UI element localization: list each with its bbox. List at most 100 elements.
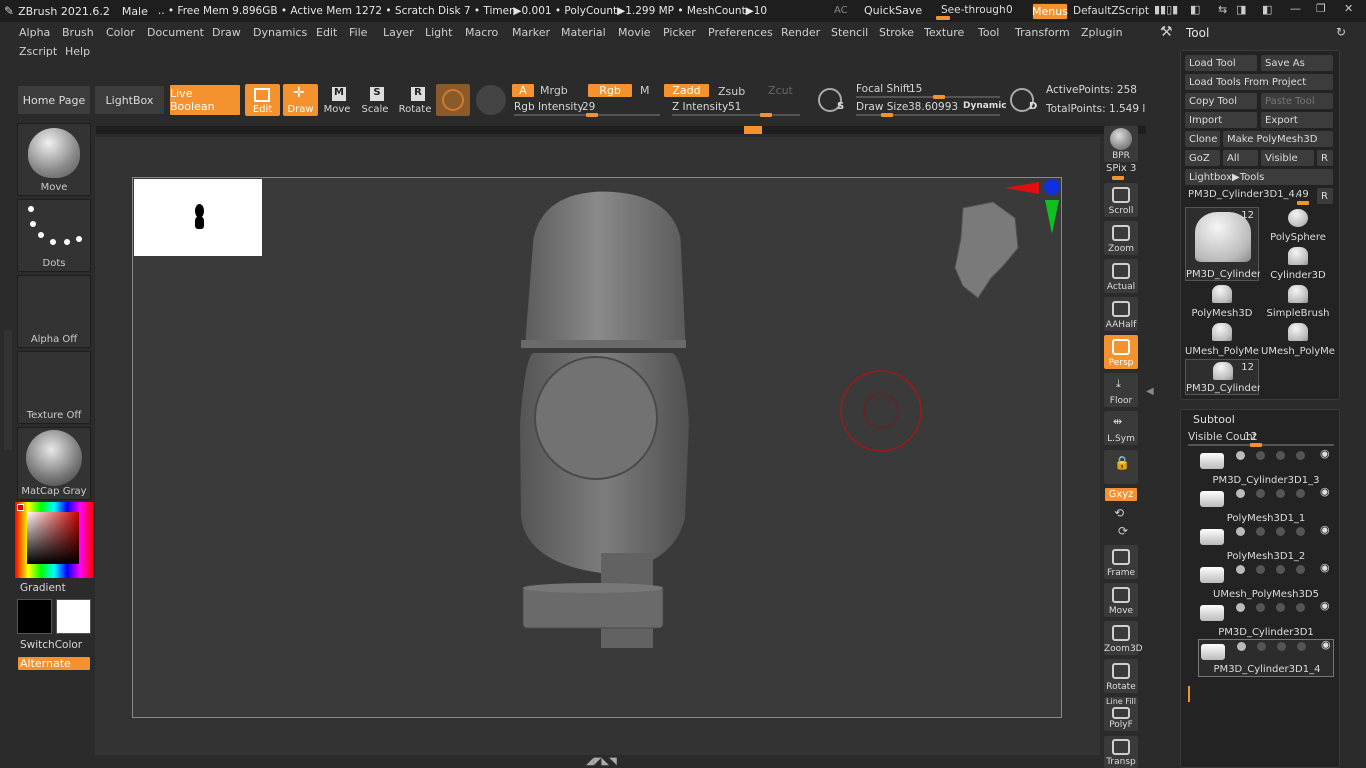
eye-icon[interactable]: ◉ bbox=[1321, 638, 1331, 651]
subtool-toggle-icon[interactable] bbox=[1256, 565, 1265, 574]
menu-macro[interactable]: Macro bbox=[465, 26, 498, 39]
view-toggle-icon[interactable]: ◧ bbox=[1190, 3, 1200, 16]
layout-right-icon[interactable]: ◧ bbox=[1262, 3, 1272, 16]
color-square[interactable] bbox=[27, 512, 79, 564]
subtool-row[interactable]: ◉ PM3D_Cylinder3D1 bbox=[1198, 599, 1334, 639]
subtool-toggle-icon[interactable] bbox=[1296, 527, 1305, 536]
eye-icon[interactable]: ◉ bbox=[1320, 485, 1330, 498]
subtool-toggle-icon[interactable] bbox=[1297, 642, 1306, 651]
subtool-toggle-icon[interactable] bbox=[1277, 642, 1286, 651]
lightbox-button[interactable]: LightBox bbox=[94, 85, 165, 115]
scroll-button[interactable]: Scroll bbox=[1104, 183, 1138, 217]
rotate-button[interactable]: R Rotate bbox=[398, 84, 432, 116]
zoom-button[interactable]: Zoom bbox=[1104, 221, 1138, 255]
ac-label[interactable]: AC bbox=[834, 5, 848, 16]
canvas[interactable] bbox=[132, 177, 1062, 718]
close-icon[interactable]: ✕ bbox=[1344, 2, 1353, 15]
menu-picker[interactable]: Picker bbox=[663, 26, 696, 39]
alpha-slot[interactable]: Alpha Off bbox=[17, 275, 91, 348]
tool-thumb-4[interactable]: SimpleBrush bbox=[1261, 283, 1335, 319]
goz-r-button[interactable]: R bbox=[1317, 150, 1333, 166]
s-size-icon[interactable]: S bbox=[816, 86, 848, 116]
draw-button[interactable]: ✛ Draw bbox=[283, 84, 318, 116]
texture-slot[interactable]: Texture Off bbox=[17, 351, 91, 424]
color-picker[interactable] bbox=[15, 502, 93, 578]
floor-button[interactable]: ⤓ Floor bbox=[1104, 373, 1138, 407]
edit-button[interactable]: Edit bbox=[245, 84, 280, 116]
subtool-toggle-icon[interactable] bbox=[1276, 527, 1285, 536]
menu-edit[interactable]: Edit bbox=[316, 26, 337, 39]
subtool-toggle-icon[interactable] bbox=[1296, 489, 1305, 498]
refresh-icon[interactable]: ↻ bbox=[1336, 25, 1346, 39]
subtool-toggle-icon[interactable] bbox=[1236, 603, 1245, 612]
right-tray-arrow-icon[interactable]: ◀ bbox=[1146, 386, 1154, 397]
focal-shift-slider[interactable]: Focal Shift 15 bbox=[856, 82, 1004, 100]
subtool-row[interactable]: ◉ PM3D_Cylinder3D1_4 bbox=[1198, 638, 1334, 677]
frame-button[interactable]: Frame bbox=[1104, 545, 1138, 579]
subtool-toggle-icon[interactable] bbox=[1236, 489, 1245, 498]
eye-icon[interactable]: ◉ bbox=[1320, 599, 1330, 612]
brush-slot[interactable]: Move bbox=[17, 123, 91, 196]
subtool-toggle-icon[interactable] bbox=[1276, 489, 1285, 498]
tool-thumb-1[interactable]: PolySphere bbox=[1261, 207, 1335, 243]
rgb-intensity-slider[interactable]: Rgb Intensity 29 bbox=[514, 100, 664, 118]
layout-icon[interactable]: ▮▮▯▮ bbox=[1154, 3, 1178, 16]
load-tools-from-project-button[interactable]: Load Tools From Project bbox=[1185, 74, 1333, 90]
menu-preferences[interactable]: Preferences bbox=[708, 26, 773, 39]
zsub-toggle[interactable]: Zsub bbox=[718, 85, 745, 98]
export-button[interactable]: Export bbox=[1261, 112, 1333, 128]
mrgb-toggle[interactable]: Mrgb bbox=[540, 84, 568, 97]
bottom-tray-handle[interactable]: ◢◤◣◥ bbox=[586, 756, 617, 767]
visible-count-slider[interactable]: Visible Count 12 bbox=[1188, 430, 1334, 447]
dynamic-toggle[interactable]: Dynamic bbox=[963, 101, 1007, 111]
subtool-toggle-icon[interactable] bbox=[1276, 565, 1285, 574]
current-tool-r-button[interactable]: R bbox=[1317, 188, 1333, 204]
d-dynamic-icon[interactable]: D bbox=[1008, 86, 1040, 116]
menu-stroke[interactable]: Stroke bbox=[879, 26, 914, 39]
rotate-z-icon[interactable]: ⟳ bbox=[1118, 524, 1128, 538]
m-toggle[interactable]: M bbox=[640, 84, 650, 97]
persp-button[interactable]: Persp bbox=[1104, 335, 1138, 369]
layout-swap-icon[interactable]: ⇆ bbox=[1218, 3, 1227, 16]
menu-stencil[interactable]: Stencil bbox=[831, 26, 868, 39]
menu-render[interactable]: Render bbox=[781, 26, 820, 39]
menu-material[interactable]: Material bbox=[561, 26, 606, 39]
make-polymesh3d-button[interactable]: Make PolyMesh3D bbox=[1223, 131, 1333, 147]
save-as-button[interactable]: Save As bbox=[1261, 55, 1333, 71]
subtool-toggle-icon[interactable] bbox=[1276, 451, 1285, 460]
alternate-toggle[interactable]: Alternate bbox=[17, 656, 91, 671]
eye-icon[interactable]: ◉ bbox=[1320, 561, 1330, 574]
subtool-toggle-icon[interactable] bbox=[1236, 565, 1245, 574]
primary-color-swatch[interactable] bbox=[17, 599, 52, 634]
eye-icon[interactable]: ◉ bbox=[1320, 447, 1330, 460]
actual-button[interactable]: Actual bbox=[1104, 259, 1138, 293]
subtool-row[interactable]: ◉ PM3D_Cylinder3D1_3 bbox=[1198, 447, 1334, 487]
aahalf-button[interactable]: AAHalf bbox=[1104, 297, 1138, 331]
minimize-icon[interactable]: — bbox=[1290, 2, 1301, 15]
xyz-toggle[interactable]: Gxyz bbox=[1104, 487, 1138, 502]
secondary-color-swatch[interactable] bbox=[56, 599, 91, 634]
current-tool-slider[interactable]: PM3D_Cylinder3D1_4. 49 bbox=[1185, 188, 1313, 205]
menu-transform[interactable]: Transform bbox=[1015, 26, 1070, 39]
menu-draw[interactable]: Draw bbox=[212, 26, 241, 39]
subtool-toggle-icon[interactable] bbox=[1296, 565, 1305, 574]
menu-file[interactable]: File bbox=[349, 26, 367, 39]
polish-sphere-icon[interactable] bbox=[476, 85, 506, 115]
lightbox-tools-button[interactable]: Lightbox▶Tools bbox=[1185, 169, 1333, 185]
goz-all-button[interactable]: All bbox=[1223, 150, 1258, 166]
subtool-row[interactable]: ◉ PolyMesh3D1_2 bbox=[1198, 523, 1334, 563]
goz-visible-button[interactable]: Visible bbox=[1261, 150, 1314, 166]
tool-thumb-2[interactable]: Cylinder3D bbox=[1261, 245, 1335, 281]
menu-light[interactable]: Light bbox=[425, 26, 452, 39]
menu-zplugin[interactable]: Zplugin bbox=[1081, 26, 1123, 39]
home-page-button[interactable]: Home Page bbox=[17, 85, 91, 115]
subtool-scrollbar[interactable] bbox=[1188, 686, 1190, 702]
restore-icon[interactable]: ❐ bbox=[1316, 2, 1326, 15]
rotate-y-icon[interactable]: ⟲ bbox=[1114, 506, 1124, 520]
default-zscript[interactable]: DefaultZScript bbox=[1073, 5, 1149, 17]
paste-tool-button[interactable]: Paste Tool bbox=[1261, 93, 1333, 109]
subtool-toggle-icon[interactable] bbox=[1256, 451, 1265, 460]
subtool-toggle-icon[interactable] bbox=[1276, 603, 1285, 612]
subtool-row[interactable]: ◉ UMesh_PolyMesh3D5 bbox=[1198, 561, 1334, 601]
quicksave-button[interactable]: QuickSave bbox=[864, 4, 922, 17]
